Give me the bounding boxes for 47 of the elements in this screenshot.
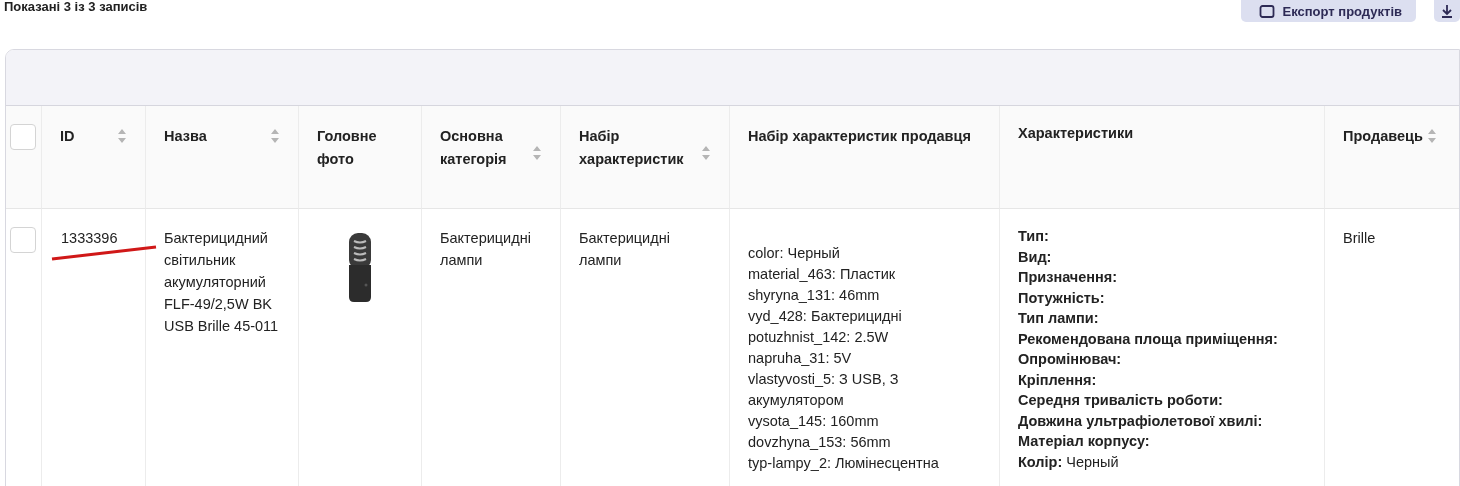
product-name: Бактерицидний світильник акумуляторний FLF-49/2,5W BK USB Brille 45-011 <box>164 230 279 334</box>
seller-name: Brille <box>1343 230 1376 246</box>
attribute-line: Середня тривалість роботи: <box>1018 391 1224 410</box>
export-button[interactable]: Експорт продуктів <box>1240 0 1416 22</box>
attribute-line: vyd_428: Бактерицидні <box>748 307 903 326</box>
attribute-set-text: Бактерицидні лампи <box>579 230 670 268</box>
export-icon <box>1258 3 1275 19</box>
attribute-line: Кріплення: <box>1018 370 1098 390</box>
attribute-line: Тип лампи: <box>1018 309 1100 328</box>
attribute-line: color: Черный <box>748 244 841 263</box>
sort-icon[interactable] <box>701 145 711 161</box>
attribute-line: Довжина ультрафіолетової хвилі: <box>1018 411 1264 431</box>
attribute-line: Вид: <box>1018 247 1053 267</box>
download-icon <box>1440 3 1454 19</box>
column-title: Набір характеристик продавця <box>748 127 971 146</box>
attribute-line: Матеріал корпусу: <box>1018 432 1151 451</box>
attribute-line: Рекомендована площа приміщення: <box>1018 329 1279 349</box>
category-text: Бактерицидні лампи <box>440 230 531 268</box>
column-title: Набір характеристик <box>579 127 685 169</box>
records-summary: Показані 3 із 3 записів <box>3 0 148 14</box>
column-title: Продавець <box>1343 127 1423 146</box>
product-id: 1333396 <box>61 230 118 246</box>
attribute-line: material_463: Пластик <box>748 265 897 284</box>
row-checkbox[interactable] <box>10 227 36 253</box>
column-title: ID <box>60 127 75 146</box>
select-all-checkbox[interactable] <box>10 124 36 150</box>
attribute-line: Призначення: <box>1018 268 1119 287</box>
sort-icon[interactable] <box>117 128 127 144</box>
attribute-line: Потужність: <box>1018 288 1106 308</box>
attribute-line: napruha_31: 5V <box>748 349 853 368</box>
attribute-line: Колір: Черный <box>1018 452 1120 472</box>
download-button[interactable] <box>1434 0 1460 22</box>
column-title: Характеристики <box>1018 124 1134 143</box>
sort-icon[interactable] <box>1426 128 1437 144</box>
sort-icon[interactable] <box>270 128 280 144</box>
attribute-line: vysota_145: 160mm <box>748 412 880 431</box>
lamp-picture <box>347 233 373 303</box>
column-title: Головне фото <box>317 127 378 169</box>
sort-icon[interactable] <box>532 145 542 161</box>
attribute-line: dovzhyna_153: 56mm <box>748 433 892 452</box>
attribute-line: potuzhnist_142: 2.5W <box>748 328 890 347</box>
attribute-line: Опромінювач: <box>1018 350 1123 369</box>
attribute-line: Тип: <box>1018 227 1050 246</box>
column-title: Основна категорія <box>440 127 508 169</box>
attribute-line: shyryna_131: 46mm <box>748 286 881 305</box>
attribute-line: typ-lampy_2: Люмінесцентна <box>748 454 940 473</box>
column-title: Назва <box>164 127 207 146</box>
